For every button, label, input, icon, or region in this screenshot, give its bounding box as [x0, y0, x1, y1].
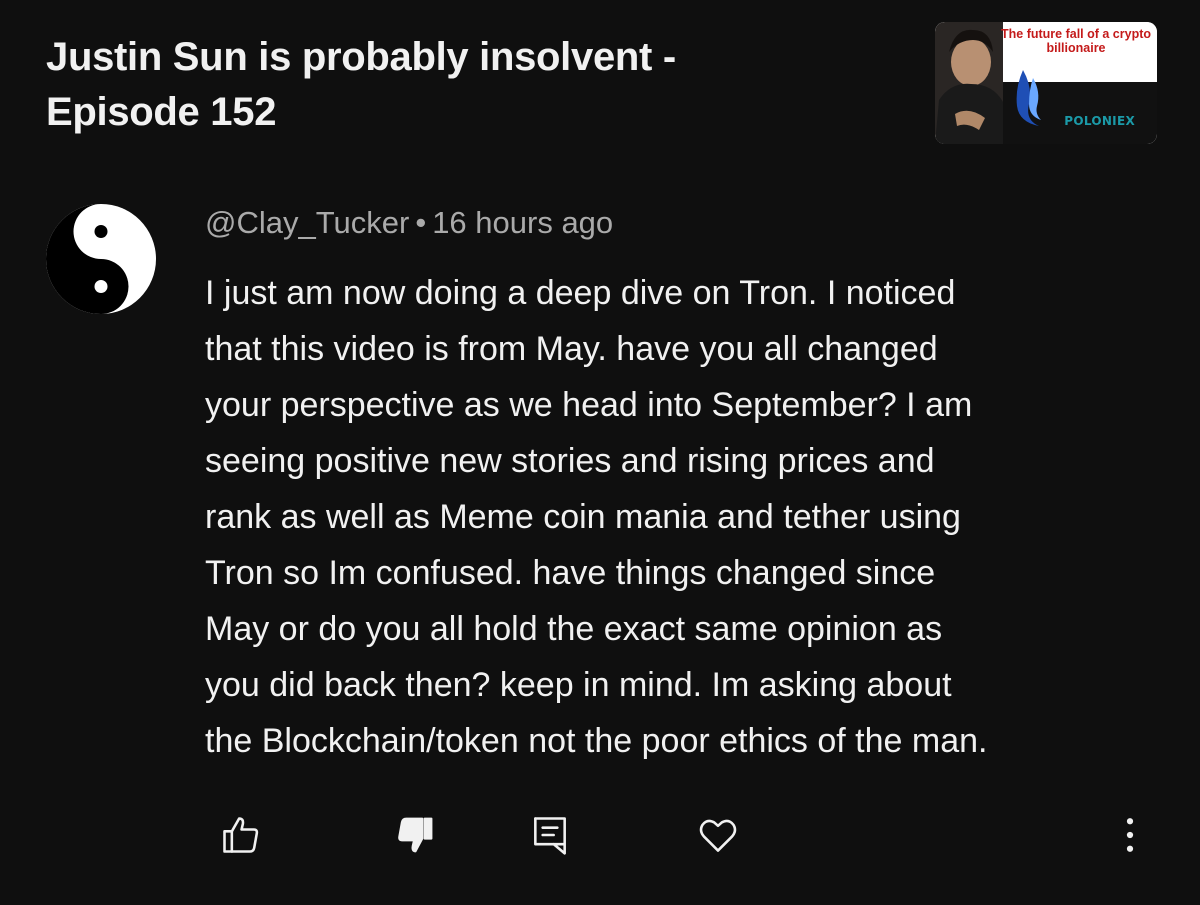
thumbs-down-icon [398, 817, 433, 853]
reply-button[interactable] [525, 810, 575, 860]
comment-line: seeing positive new stories and rising p… [205, 442, 935, 480]
comment-line: the Blockchain/token not the poor ethics… [205, 722, 988, 760]
meta-separator: • [415, 205, 427, 240]
like-button[interactable] [216, 810, 266, 860]
reply-icon [534, 817, 566, 855]
commenter-avatar[interactable] [45, 203, 157, 315]
comment-timestamp: 16 hours ago [432, 205, 614, 240]
comment-line: Tron so Im confused. have things changed… [205, 554, 936, 592]
comment-author[interactable]: @Clay_Tucker [205, 205, 409, 240]
comment-line: rank as well as Meme coin mania and teth… [205, 498, 961, 536]
more-vertical-icon [1126, 818, 1134, 852]
dislike-button[interactable] [390, 810, 440, 860]
video-thumbnail[interactable]: The future fall of a crypto billionaire … [935, 22, 1157, 144]
heart-button[interactable] [693, 810, 743, 860]
comment-body: I just am now doing a deep dive on Tron.… [205, 265, 1165, 769]
thumbs-up-icon [223, 817, 259, 853]
heart-icon [699, 819, 737, 852]
thumbnail-headline: The future fall of a crypto billionaire [1001, 27, 1152, 55]
comment-line: you did back then? keep in mind. Im aski… [205, 666, 952, 704]
more-options-button[interactable] [1105, 810, 1155, 860]
yin-yang-icon [46, 204, 156, 314]
video-title: Justin Sun is probably insolvent - Episo… [46, 35, 676, 134]
thumbnail-brand-label: POLONIEX [1064, 114, 1135, 128]
comment-line: I just am now doing a deep dive on Tron.… [205, 274, 956, 312]
comment-header: @Clay_Tucker • 16 hours ago [205, 203, 613, 243]
comment-line: May or do you all hold the exact same op… [205, 610, 943, 648]
comment-line: that this video is from May. have you al… [205, 330, 938, 368]
comment-line: your perspective as we head into Septemb… [205, 386, 973, 424]
